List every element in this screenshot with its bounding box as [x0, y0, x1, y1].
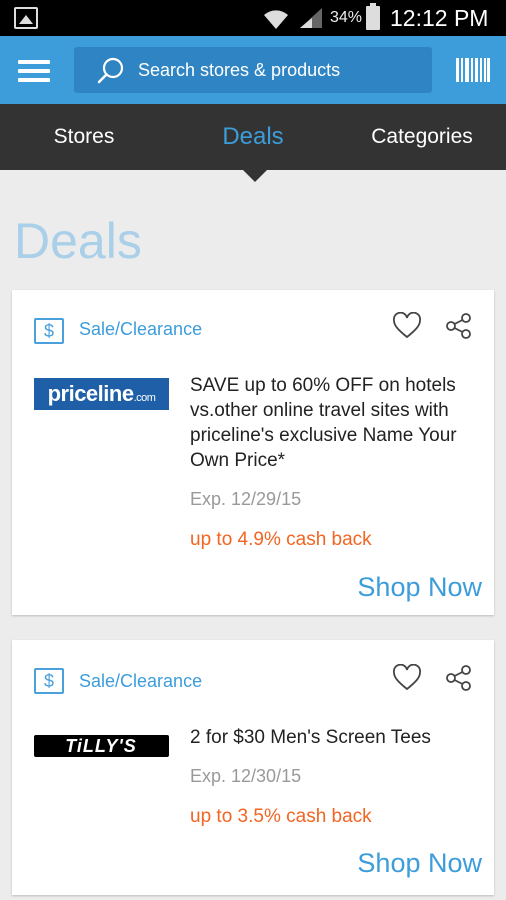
tab-stores[interactable]: Stores — [0, 104, 168, 170]
gallery-notification-icon — [14, 7, 38, 29]
active-tab-indicator — [243, 170, 267, 182]
wifi-icon — [264, 10, 288, 29]
deal-cash-back: up to 3.5% cash back — [190, 806, 372, 827]
share-icon[interactable] — [444, 664, 474, 692]
heart-icon[interactable] — [392, 664, 422, 692]
tab-deals[interactable]: Deals — [168, 104, 338, 170]
deal-description: 2 for $30 Men's Screen Tees — [190, 727, 431, 748]
dollar-tag-icon: $ — [34, 318, 64, 344]
store-logo-tillys: TiLLY'S — [34, 735, 169, 757]
signal-icon — [300, 8, 322, 28]
deal-tag-label: Sale/Clearance — [79, 319, 203, 339]
app-bar: Search stores & products — [0, 36, 506, 104]
svg-text:TiLLY'S: TiLLY'S — [65, 736, 137, 756]
page-title: Deals — [14, 213, 142, 269]
search-placeholder: Search stores & products — [138, 60, 341, 80]
deal-card[interactable]: $ Sale/Clearance priceline.com SAVE up t… — [12, 290, 494, 615]
deal-card[interactable]: $ Sale/Clearance TiLLY'S 2 for $30 Men's… — [12, 640, 494, 895]
deal-tag-label: Sale/Clearance — [79, 671, 203, 691]
dollar-tag-icon: $ — [34, 668, 64, 694]
share-icon[interactable] — [444, 312, 474, 340]
clock: 12:12 PM — [390, 5, 489, 31]
search-icon — [97, 57, 124, 84]
menu-icon[interactable] — [18, 60, 50, 82]
battery-percent: 34% — [330, 9, 363, 26]
store-logo-priceline: priceline.com — [34, 378, 169, 410]
status-bar: 34% 12:12 PM — [0, 0, 506, 36]
deal-cash-back: up to 4.9% cash back — [190, 529, 372, 550]
deal-expiration: Exp. 12/29/15 — [190, 489, 302, 509]
heart-icon[interactable] — [392, 312, 422, 340]
shop-now-button[interactable]: Shop Now — [357, 572, 482, 603]
deal-description: SAVE up to 60% OFF on hotels vs.other on… — [190, 375, 457, 471]
search-input[interactable]: Search stores & products — [74, 47, 432, 93]
barcode-scan-icon[interactable] — [456, 58, 490, 82]
tab-categories[interactable]: Categories — [338, 104, 506, 170]
deal-expiration: Exp. 12/30/15 — [190, 766, 302, 786]
battery-icon — [366, 3, 380, 30]
tab-bar: Stores Deals Categories — [0, 104, 506, 170]
shop-now-button[interactable]: Shop Now — [357, 848, 482, 879]
